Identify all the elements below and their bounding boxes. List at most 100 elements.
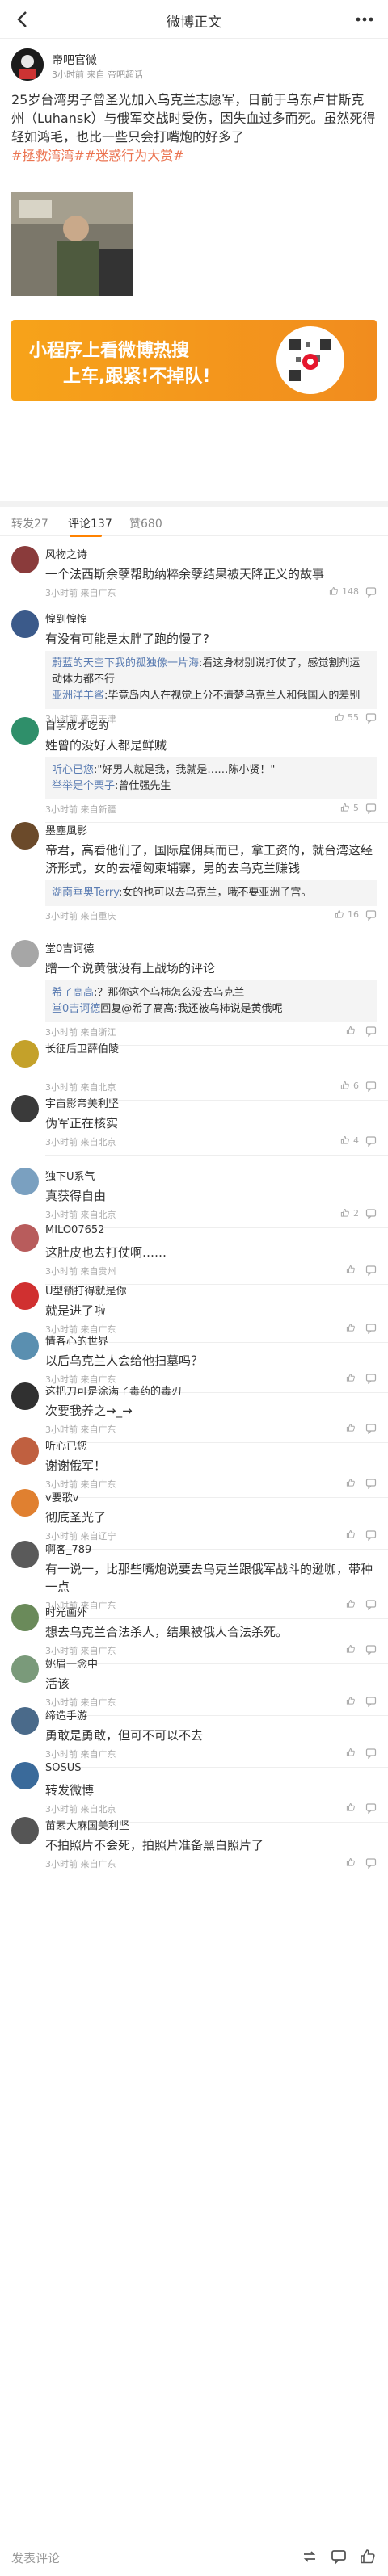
commenter-name[interactable]: 情客心的世界 xyxy=(45,1332,108,1348)
like-icon[interactable] xyxy=(359,2548,377,2566)
commenter-name[interactable]: 时光画外 xyxy=(45,1604,87,1619)
comment-like[interactable] xyxy=(346,1529,359,1540)
reply-icon[interactable] xyxy=(365,712,377,724)
reply-icon[interactable] xyxy=(365,1265,377,1276)
commenter-name[interactable]: 听心已您 xyxy=(45,1437,87,1453)
commenter-avatar[interactable] xyxy=(11,1437,39,1465)
commenter-name[interactable]: U型锁打得就是你 xyxy=(45,1282,127,1298)
reply-icon[interactable] xyxy=(365,1026,377,1037)
commenter-avatar[interactable] xyxy=(11,610,39,638)
commenter-name[interactable]: 缔造手游 xyxy=(45,1707,87,1722)
author-avatar[interactable] xyxy=(11,48,44,81)
commenter-avatar[interactable] xyxy=(11,717,39,745)
commenter-name[interactable]: 苗素大麻国美利坚 xyxy=(45,1817,129,1832)
commenter-avatar[interactable] xyxy=(11,1282,39,1310)
reply-icon[interactable] xyxy=(365,1478,377,1489)
commenter-avatar[interactable] xyxy=(11,1224,39,1252)
reply-icon[interactable] xyxy=(365,1529,377,1541)
repost-icon[interactable] xyxy=(301,2548,318,2566)
reply-box[interactable]: 听心已您:"好男人就是我，我就是……陈小贤！" 举举是个栗子:曾仕强先生 xyxy=(45,757,377,799)
commenter-name[interactable]: MILO07652 xyxy=(45,1224,104,1236)
reply-icon[interactable] xyxy=(365,1323,377,1334)
comment-like[interactable]: 6 xyxy=(340,1080,359,1091)
comment-input[interactable]: 发表评论 xyxy=(11,2549,60,2566)
tab-likes[interactable]: 赞680 xyxy=(129,515,162,531)
comment-like[interactable]: 5 xyxy=(340,803,359,813)
commenter-name[interactable]: 独下U系气 xyxy=(45,1168,95,1183)
comment-like[interactable]: 16 xyxy=(335,909,359,920)
reply-icon[interactable] xyxy=(365,1696,377,1707)
commenter-avatar[interactable] xyxy=(11,1040,39,1068)
comment-like[interactable] xyxy=(346,1802,359,1813)
commenter-avatar[interactable] xyxy=(11,822,39,850)
reply-icon[interactable] xyxy=(365,1135,377,1147)
commenter-avatar[interactable] xyxy=(11,1655,39,1683)
commenter-avatar[interactable] xyxy=(11,1817,39,1844)
commenter-avatar[interactable] xyxy=(11,1382,39,1410)
comment-like[interactable]: 55 xyxy=(335,712,359,723)
commenter-avatar[interactable] xyxy=(11,940,39,967)
commenter-name[interactable]: 这把刀可是涂满了毒药的毒刃 xyxy=(45,1382,182,1398)
comment-like[interactable] xyxy=(346,1265,359,1275)
commenter-name[interactable]: 自学成才吃的 xyxy=(45,717,108,732)
commenter-name[interactable]: 姚眉一念中 xyxy=(45,1655,98,1671)
commenter-name[interactable]: 风物之诗 xyxy=(45,546,87,561)
reply-author[interactable]: 湖南垂奥Terry xyxy=(52,887,119,899)
commenter-name[interactable]: 宇宙影帝美利坚 xyxy=(45,1095,119,1110)
reply-author[interactable]: 堂0吉诃德 xyxy=(52,1003,100,1015)
reply-box[interactable]: 希了高高:？那你这个乌柿怎么没去乌克兰 堂0吉诃德回复@希了高高:我还被乌柿说是黄… xyxy=(45,980,377,1022)
reply-icon[interactable] xyxy=(365,586,377,598)
reply-icon[interactable] xyxy=(365,1080,377,1092)
reply-icon[interactable] xyxy=(365,1747,377,1759)
reply-box[interactable]: 蔚蓝的天空下我的孤独像一片海:看这身材别说打仗了，感觉割剂运动体力都不行 亚洲洋羊… xyxy=(45,651,377,709)
reply-author[interactable]: 亚洲洋羊鲨 xyxy=(52,690,104,702)
post-topics[interactable]: #拯救湾湾##迷惑行为大赏# xyxy=(11,148,184,163)
commenter-avatar[interactable] xyxy=(11,1332,39,1360)
commenter-name[interactable]: v要歌v xyxy=(45,1489,78,1504)
reply-icon[interactable] xyxy=(365,1208,377,1219)
comment-like[interactable] xyxy=(346,1747,359,1758)
comment-like[interactable] xyxy=(346,1423,359,1433)
commenter-avatar[interactable] xyxy=(11,1604,39,1631)
reply-author[interactable]: 蔚蓝的天空下我的孤独像一片海 xyxy=(52,657,199,669)
reply-icon[interactable] xyxy=(365,1802,377,1814)
comment-like[interactable] xyxy=(346,1696,359,1706)
comment-like[interactable] xyxy=(346,1599,359,1609)
commenter-name[interactable]: 啊客_789 xyxy=(45,1541,91,1556)
tab-repost[interactable]: 转发27 xyxy=(11,515,48,531)
reply-icon[interactable] xyxy=(365,1599,377,1610)
reply-icon[interactable] xyxy=(365,1423,377,1434)
reply-icon[interactable] xyxy=(365,1373,377,1384)
reply-icon[interactable] xyxy=(365,1857,377,1869)
reply-author[interactable]: 举举是个栗子 xyxy=(52,780,115,792)
commenter-avatar[interactable] xyxy=(11,1707,39,1735)
commenter-avatar[interactable] xyxy=(11,546,39,573)
commenter-avatar[interactable] xyxy=(11,1489,39,1517)
comment-like[interactable]: 2 xyxy=(340,1208,359,1219)
comment-like[interactable] xyxy=(346,1026,359,1036)
reply-icon[interactable] xyxy=(365,803,377,814)
comment-icon[interactable] xyxy=(330,2548,348,2566)
comment-like[interactable]: 148 xyxy=(329,586,359,597)
comment-like[interactable] xyxy=(346,1323,359,1333)
reply-box[interactable]: 湖南垂奥Terry:女的也可以去乌克兰，哦不要亚洲子宫。 xyxy=(45,880,377,906)
commenter-name[interactable]: 长征后卫薛伯陵 xyxy=(45,1040,119,1055)
comment-like[interactable]: 4 xyxy=(340,1135,359,1146)
commenter-name[interactable]: 墨塵風影 xyxy=(45,822,87,837)
commenter-name[interactable]: 堂0吉诃德 xyxy=(45,940,94,955)
reply-icon[interactable] xyxy=(365,1644,377,1655)
reply-icon[interactable] xyxy=(365,909,377,921)
comment-like[interactable] xyxy=(346,1373,359,1383)
commenter-avatar[interactable] xyxy=(11,1168,39,1195)
mini-program-banner[interactable]: 小程序上看微博热搜 上车,跟紧!不掉队! xyxy=(11,320,377,401)
post-photo[interactable] xyxy=(11,192,133,296)
commenter-name[interactable]: SOSUS xyxy=(45,1762,82,1774)
reply-author[interactable]: 听心已您 xyxy=(52,764,94,776)
more-icon[interactable] xyxy=(354,10,375,29)
commenter-avatar[interactable] xyxy=(11,1762,39,1789)
author-name[interactable]: 帝吧官微 xyxy=(52,52,97,68)
comment-like[interactable] xyxy=(346,1857,359,1868)
tab-comments[interactable]: 评论137 xyxy=(68,515,112,531)
comment-like[interactable] xyxy=(346,1478,359,1488)
reply-author[interactable]: 希了高高 xyxy=(52,987,94,999)
